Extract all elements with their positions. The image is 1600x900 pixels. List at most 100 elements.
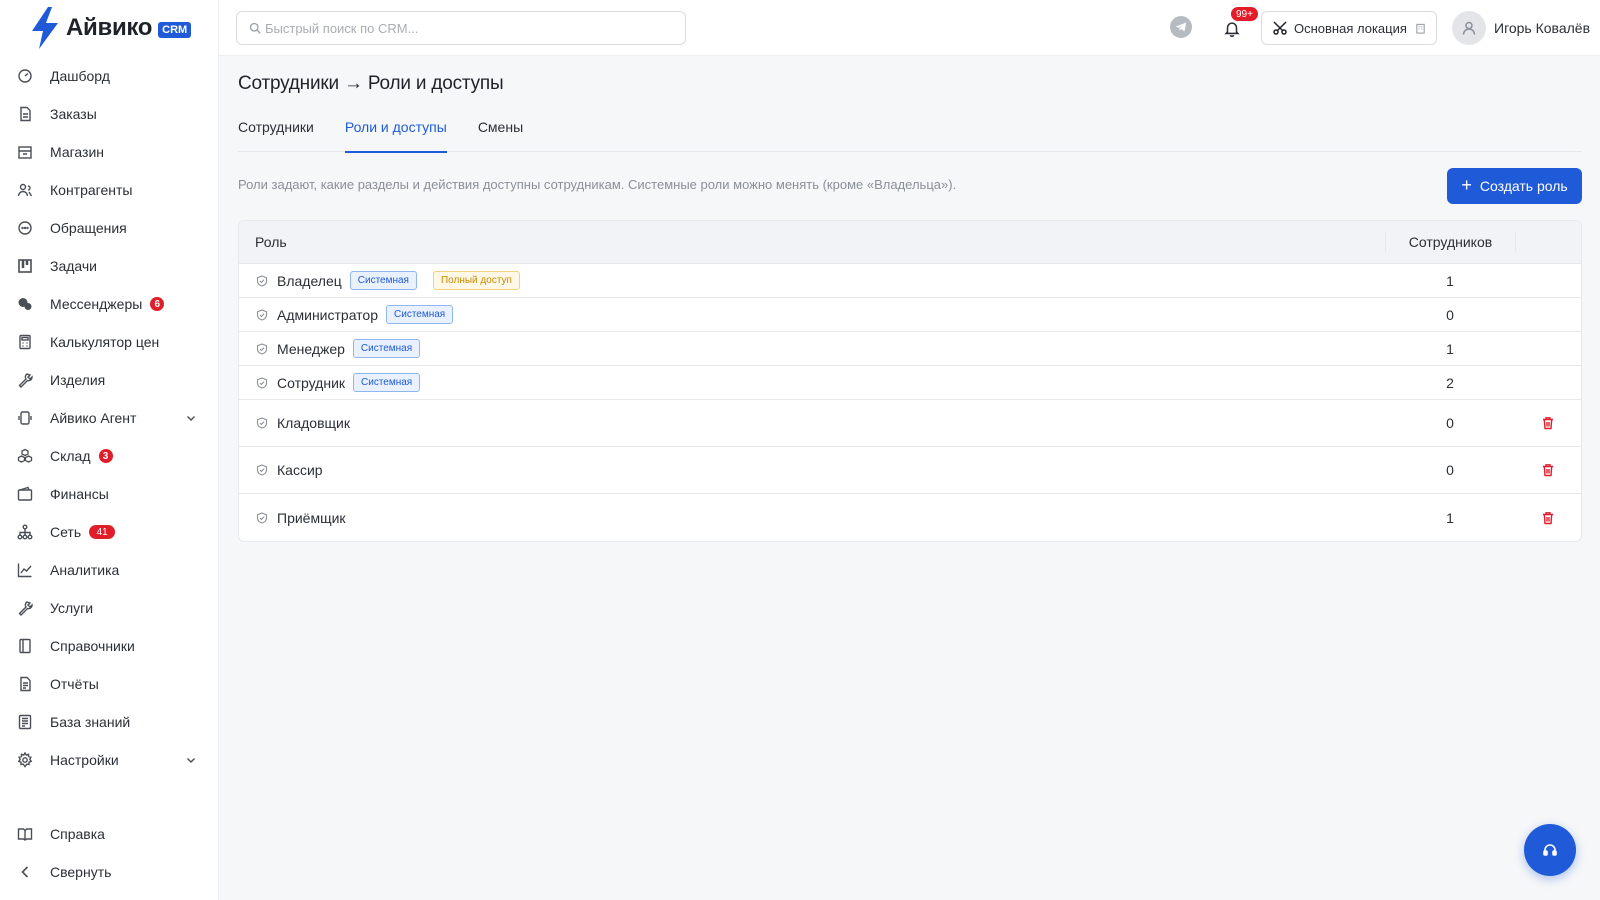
chevron-down-icon[interactable] — [185, 411, 197, 423]
tab-1[interactable]: Сотрудники — [238, 116, 314, 152]
kanban-icon — [16, 257, 34, 275]
sidebar-item-7[interactable]: Мессенджеры 6 — [0, 285, 219, 323]
messengers-icon — [16, 295, 34, 313]
store-icon — [16, 143, 34, 161]
table-row[interactable]: Сотрудник Системная 2 — [239, 366, 1581, 400]
role-name: Администратор — [277, 306, 379, 323]
trash-icon[interactable] — [1541, 416, 1555, 430]
location-selector[interactable]: Основная локация — [1261, 11, 1437, 45]
role-cell: Сотрудник Системная — [239, 373, 1385, 392]
logo[interactable]: Айвико CRM — [28, 6, 192, 50]
sidebar-item-label: Справка — [50, 826, 105, 842]
sidebar-item-3[interactable]: Магазин — [0, 133, 219, 171]
search-input[interactable] — [265, 20, 685, 36]
table-row[interactable]: Кладовщик 0 — [239, 400, 1581, 447]
sidebar-item-5[interactable]: Обращения — [0, 209, 219, 247]
sidebar-bottom-item-2[interactable]: Свернуть — [0, 853, 219, 891]
sidebar-item-19[interactable]: Настройки — [0, 741, 219, 779]
table-header: Роль Сотрудников — [239, 221, 1581, 264]
role-cell: Владелец Системная Полный доступ — [239, 271, 1385, 290]
chevron-left-icon — [16, 863, 34, 881]
search-box[interactable] — [236, 11, 686, 45]
sidebar-item-10[interactable]: Айвико Агент — [0, 399, 219, 437]
tab-3[interactable]: Смены — [478, 116, 523, 152]
shield-check-icon — [256, 464, 268, 476]
sidebar: Айвико CRM Дашборд Заказы Магазин Контраген… — [0, 0, 219, 900]
plus-icon: + — [1461, 175, 1472, 195]
sidebar-item-label: Мессенджеры — [50, 296, 143, 312]
sidebar-item-1[interactable]: Дашборд — [0, 57, 219, 95]
sidebar-item-6[interactable]: Задачи — [0, 247, 219, 285]
sidebar-item-label: Отчёты — [50, 676, 99, 692]
tabs: Сотрудники Роли и доступы Смены — [238, 116, 1582, 153]
sidebar-bottom-nav: Справка Свернуть — [0, 815, 219, 891]
employee-count: 1 — [1446, 272, 1454, 289]
support-button[interactable] — [1524, 824, 1576, 876]
chart-icon — [16, 561, 34, 579]
table-row[interactable]: Владелец Системная Полный доступ 1 — [239, 264, 1581, 298]
role-name: Приёмщик — [277, 509, 346, 526]
table-row[interactable]: Кассир 0 — [239, 447, 1581, 494]
help-book-icon — [16, 825, 34, 843]
report-icon — [16, 675, 34, 693]
headset-icon — [1543, 844, 1557, 856]
gear-icon — [16, 751, 34, 769]
sidebar-item-label: Склад — [50, 448, 91, 464]
chevron-down-icon[interactable] — [185, 753, 197, 765]
chat-icon — [16, 219, 34, 237]
column-header-count: Сотрудников — [1385, 232, 1515, 252]
sidebar-item-17[interactable]: Отчёты — [0, 665, 219, 703]
wrench-icon — [16, 371, 34, 389]
sidebar-item-13[interactable]: Сеть 41 — [0, 513, 219, 551]
table-row[interactable]: Администратор Системная 0 — [239, 298, 1581, 332]
brand-name: Айвико — [66, 14, 153, 41]
wallet-icon — [16, 485, 34, 503]
building-icon — [1415, 23, 1426, 34]
system-badge: Системная — [349, 271, 417, 290]
role-name: Владелец — [277, 272, 342, 289]
avatar — [1452, 11, 1486, 45]
dashboard-icon — [16, 67, 34, 85]
sidebar-item-15[interactable]: Услуги — [0, 589, 219, 627]
create-role-label: Создать роль — [1479, 178, 1568, 194]
sidebar-item-9[interactable]: Изделия — [0, 361, 219, 399]
sidebar-bottom-item-1[interactable]: Справка — [0, 815, 219, 853]
sidebar-item-18[interactable]: База знаний — [0, 703, 219, 741]
table-row[interactable]: Приёмщик 1 — [239, 494, 1581, 541]
role-cell: Кассир — [239, 462, 1385, 478]
system-badge: Системная — [353, 373, 421, 392]
sidebar-item-label: Сеть — [50, 524, 82, 540]
create-role-button[interactable]: + Создать роль — [1447, 168, 1582, 204]
sidebar-item-label: Аналитика — [50, 562, 120, 578]
trash-icon[interactable] — [1541, 511, 1555, 525]
sidebar-item-16[interactable]: Справочники — [0, 627, 219, 665]
column-header-actions — [1515, 232, 1581, 252]
calculator-icon — [16, 333, 34, 351]
count-badge: 3 — [98, 449, 113, 463]
telegram-button[interactable] — [1170, 16, 1192, 38]
sidebar-item-12[interactable]: Финансы — [0, 475, 219, 513]
user-name: Игорь Ковалёв — [1494, 20, 1591, 36]
table-row[interactable]: Менеджер Системная 1 — [239, 332, 1581, 366]
actions-cell — [1515, 416, 1581, 430]
shield-check-icon — [256, 342, 268, 355]
user-menu[interactable]: Игорь Ковалёв — [1452, 11, 1590, 45]
sidebar-item-label: Заказы — [50, 106, 97, 122]
user-icon — [1462, 21, 1476, 35]
location-label: Основная локация — [1294, 20, 1407, 36]
tab-2[interactable]: Роли и доступы — [344, 116, 447, 153]
shield-check-icon — [256, 376, 268, 389]
role-cell: Кладовщик — [239, 415, 1385, 431]
role-cell: Администратор Системная — [239, 305, 1385, 324]
employee-count: 1 — [1446, 509, 1454, 526]
sidebar-item-8[interactable]: Калькулятор цен — [0, 323, 219, 361]
sidebar-item-2[interactable]: Заказы — [0, 95, 219, 133]
actions-cell — [1515, 463, 1581, 477]
sidebar-item-4[interactable]: Контрагенты — [0, 171, 219, 209]
search-icon — [249, 22, 261, 34]
trash-icon[interactable] — [1541, 463, 1555, 477]
sidebar-item-11[interactable]: Склад 3 — [0, 437, 219, 475]
sidebar-nav: Дашборд Заказы Магазин Контрагенты Обращения… — [0, 57, 219, 779]
sidebar-item-14[interactable]: Аналитика — [0, 551, 219, 589]
page-hint: Роли задают, какие разделы и действия до… — [238, 177, 957, 192]
